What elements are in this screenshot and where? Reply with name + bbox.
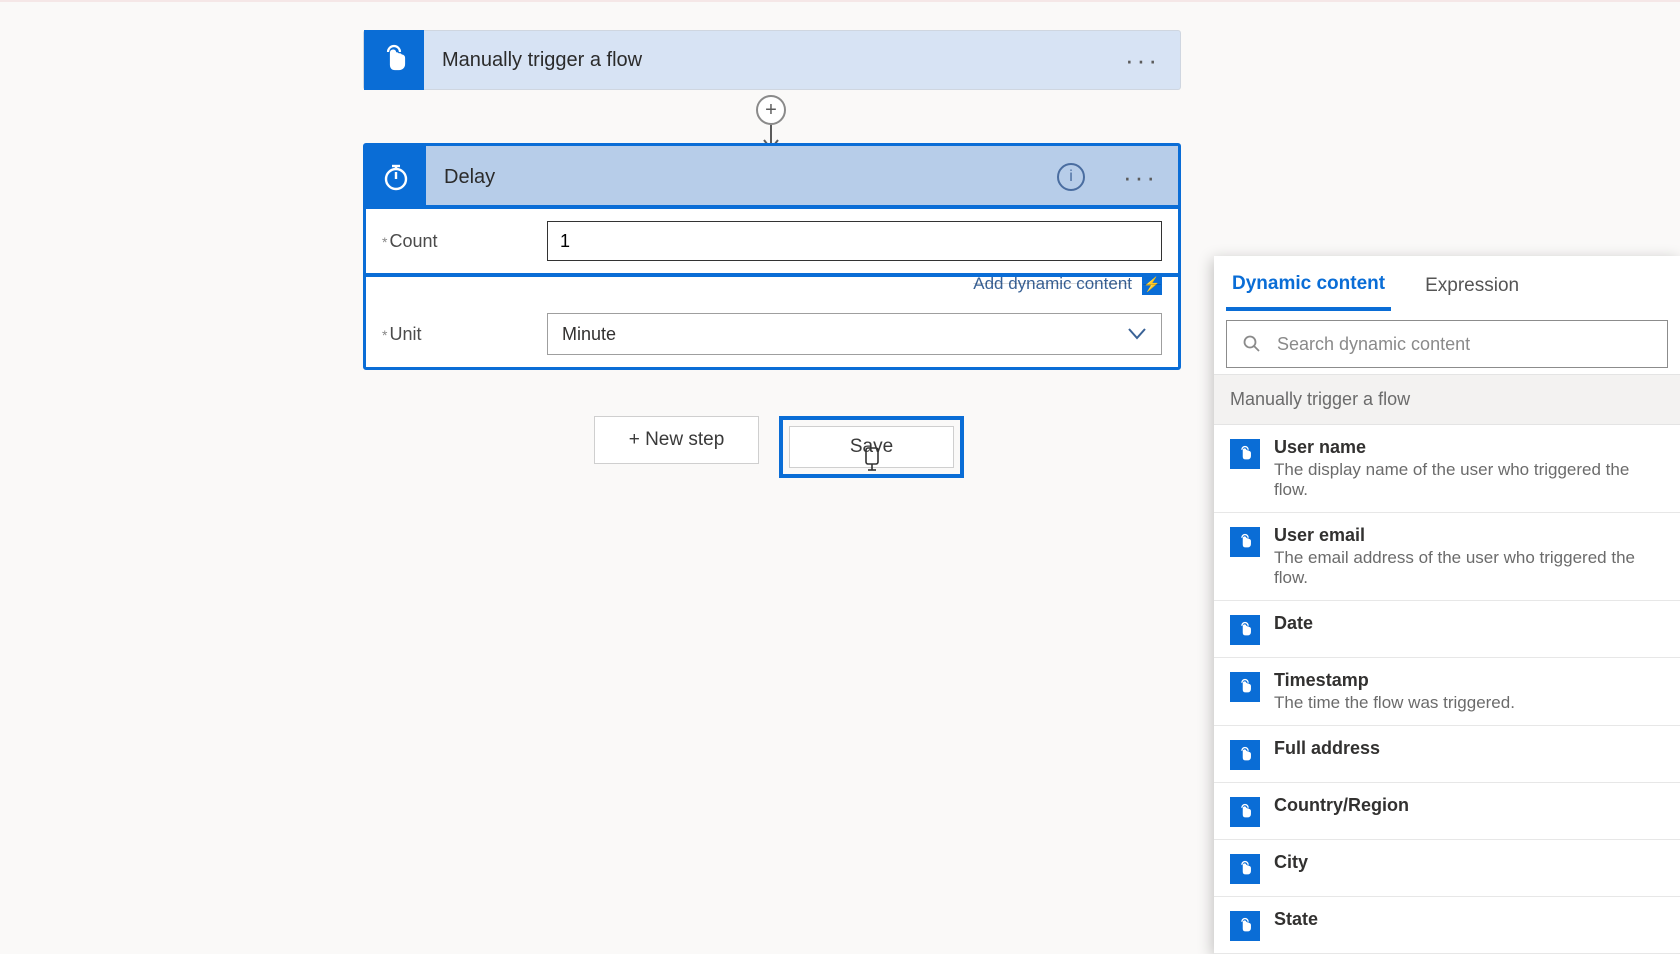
delay-more-icon[interactable]: ··· xyxy=(1103,162,1178,193)
dynamic-item[interactable]: City xyxy=(1214,840,1680,897)
touch-icon xyxy=(1230,672,1260,702)
delay-card: Delay i ··· *Count Add dynamic content ⚡… xyxy=(363,143,1181,370)
flow-designer-canvas: Manually trigger a flow ··· + Delay i ··… xyxy=(0,0,1680,945)
count-input[interactable] xyxy=(547,221,1162,261)
dynamic-item[interactable]: Country/Region xyxy=(1214,783,1680,840)
trigger-title: Manually trigger a flow xyxy=(424,49,1105,72)
search-icon xyxy=(1243,335,1261,353)
dynamic-panel-tabs: Dynamic content Expression xyxy=(1214,256,1680,314)
dynamic-item-title: Full address xyxy=(1274,738,1664,759)
search-placeholder: Search dynamic content xyxy=(1277,334,1470,355)
dynamic-item[interactable]: Full address xyxy=(1214,726,1680,783)
dynamic-item-title: State xyxy=(1274,909,1664,930)
dynamic-item-title: City xyxy=(1274,852,1664,873)
dynamic-item[interactable]: TimestampThe time the flow was triggered… xyxy=(1214,658,1680,726)
dynamic-item-title: User name xyxy=(1274,437,1664,458)
touch-icon xyxy=(1230,797,1260,827)
touch-icon xyxy=(1230,854,1260,884)
delay-header[interactable]: Delay i ··· xyxy=(366,146,1178,208)
dynamic-item-title: Date xyxy=(1274,613,1664,634)
add-step-between-button[interactable]: + xyxy=(756,95,786,125)
save-button-highlight: Save xyxy=(779,416,964,478)
dynamic-item-description: The time the flow was triggered. xyxy=(1274,693,1664,713)
unit-select[interactable]: Minute xyxy=(547,313,1162,355)
add-dynamic-content-link[interactable]: Add dynamic content ⚡ xyxy=(366,273,1178,301)
touch-icon xyxy=(1230,527,1260,557)
dynamic-item[interactable]: Date xyxy=(1214,601,1680,658)
trigger-card[interactable]: Manually trigger a flow ··· xyxy=(363,30,1181,90)
footer-buttons: + New step Save xyxy=(594,416,964,478)
dynamic-item[interactable]: User emailThe email address of the user … xyxy=(1214,513,1680,601)
dynamic-content-panel: Dynamic content Expression Search dynami… xyxy=(1214,256,1680,954)
tab-dynamic-content[interactable]: Dynamic content xyxy=(1226,259,1391,311)
touch-icon xyxy=(1230,615,1260,645)
dynamic-section-header: Manually trigger a flow xyxy=(1214,374,1680,425)
count-label: *Count xyxy=(382,231,547,252)
dynamic-item-title: Timestamp xyxy=(1274,670,1664,691)
stopwatch-icon xyxy=(381,162,411,192)
count-row: *Count xyxy=(366,205,1178,277)
touch-icon xyxy=(1230,911,1260,941)
dynamic-item-description: The email address of the user who trigge… xyxy=(1274,548,1664,588)
info-icon[interactable]: i xyxy=(1057,163,1085,191)
unit-value: Minute xyxy=(562,324,616,345)
trigger-icon xyxy=(364,30,424,90)
dynamic-item[interactable]: State xyxy=(1214,897,1680,954)
delay-title: Delay xyxy=(426,166,1057,189)
dynamic-item-title: Country/Region xyxy=(1274,795,1664,816)
delay-icon xyxy=(366,146,426,208)
unit-row: *Unit Minute xyxy=(366,301,1178,367)
new-step-button[interactable]: + New step xyxy=(594,416,759,464)
dynamic-item-description: The display name of the user who trigger… xyxy=(1274,460,1664,500)
dynamic-item-title: User email xyxy=(1274,525,1664,546)
lightning-icon: ⚡ xyxy=(1142,273,1162,295)
dynamic-items-list: User nameThe display name of the user wh… xyxy=(1214,425,1680,954)
unit-label: *Unit xyxy=(382,324,547,345)
touch-icon xyxy=(1230,740,1260,770)
dynamic-item[interactable]: User nameThe display name of the user wh… xyxy=(1214,425,1680,513)
save-button[interactable]: Save xyxy=(789,426,954,468)
dynamic-search-input[interactable]: Search dynamic content xyxy=(1226,320,1668,368)
touch-icon xyxy=(377,43,411,77)
tab-expression[interactable]: Expression xyxy=(1419,261,1525,309)
chevron-down-icon xyxy=(1127,327,1147,341)
touch-icon xyxy=(1230,439,1260,469)
trigger-more-icon[interactable]: ··· xyxy=(1105,45,1180,76)
